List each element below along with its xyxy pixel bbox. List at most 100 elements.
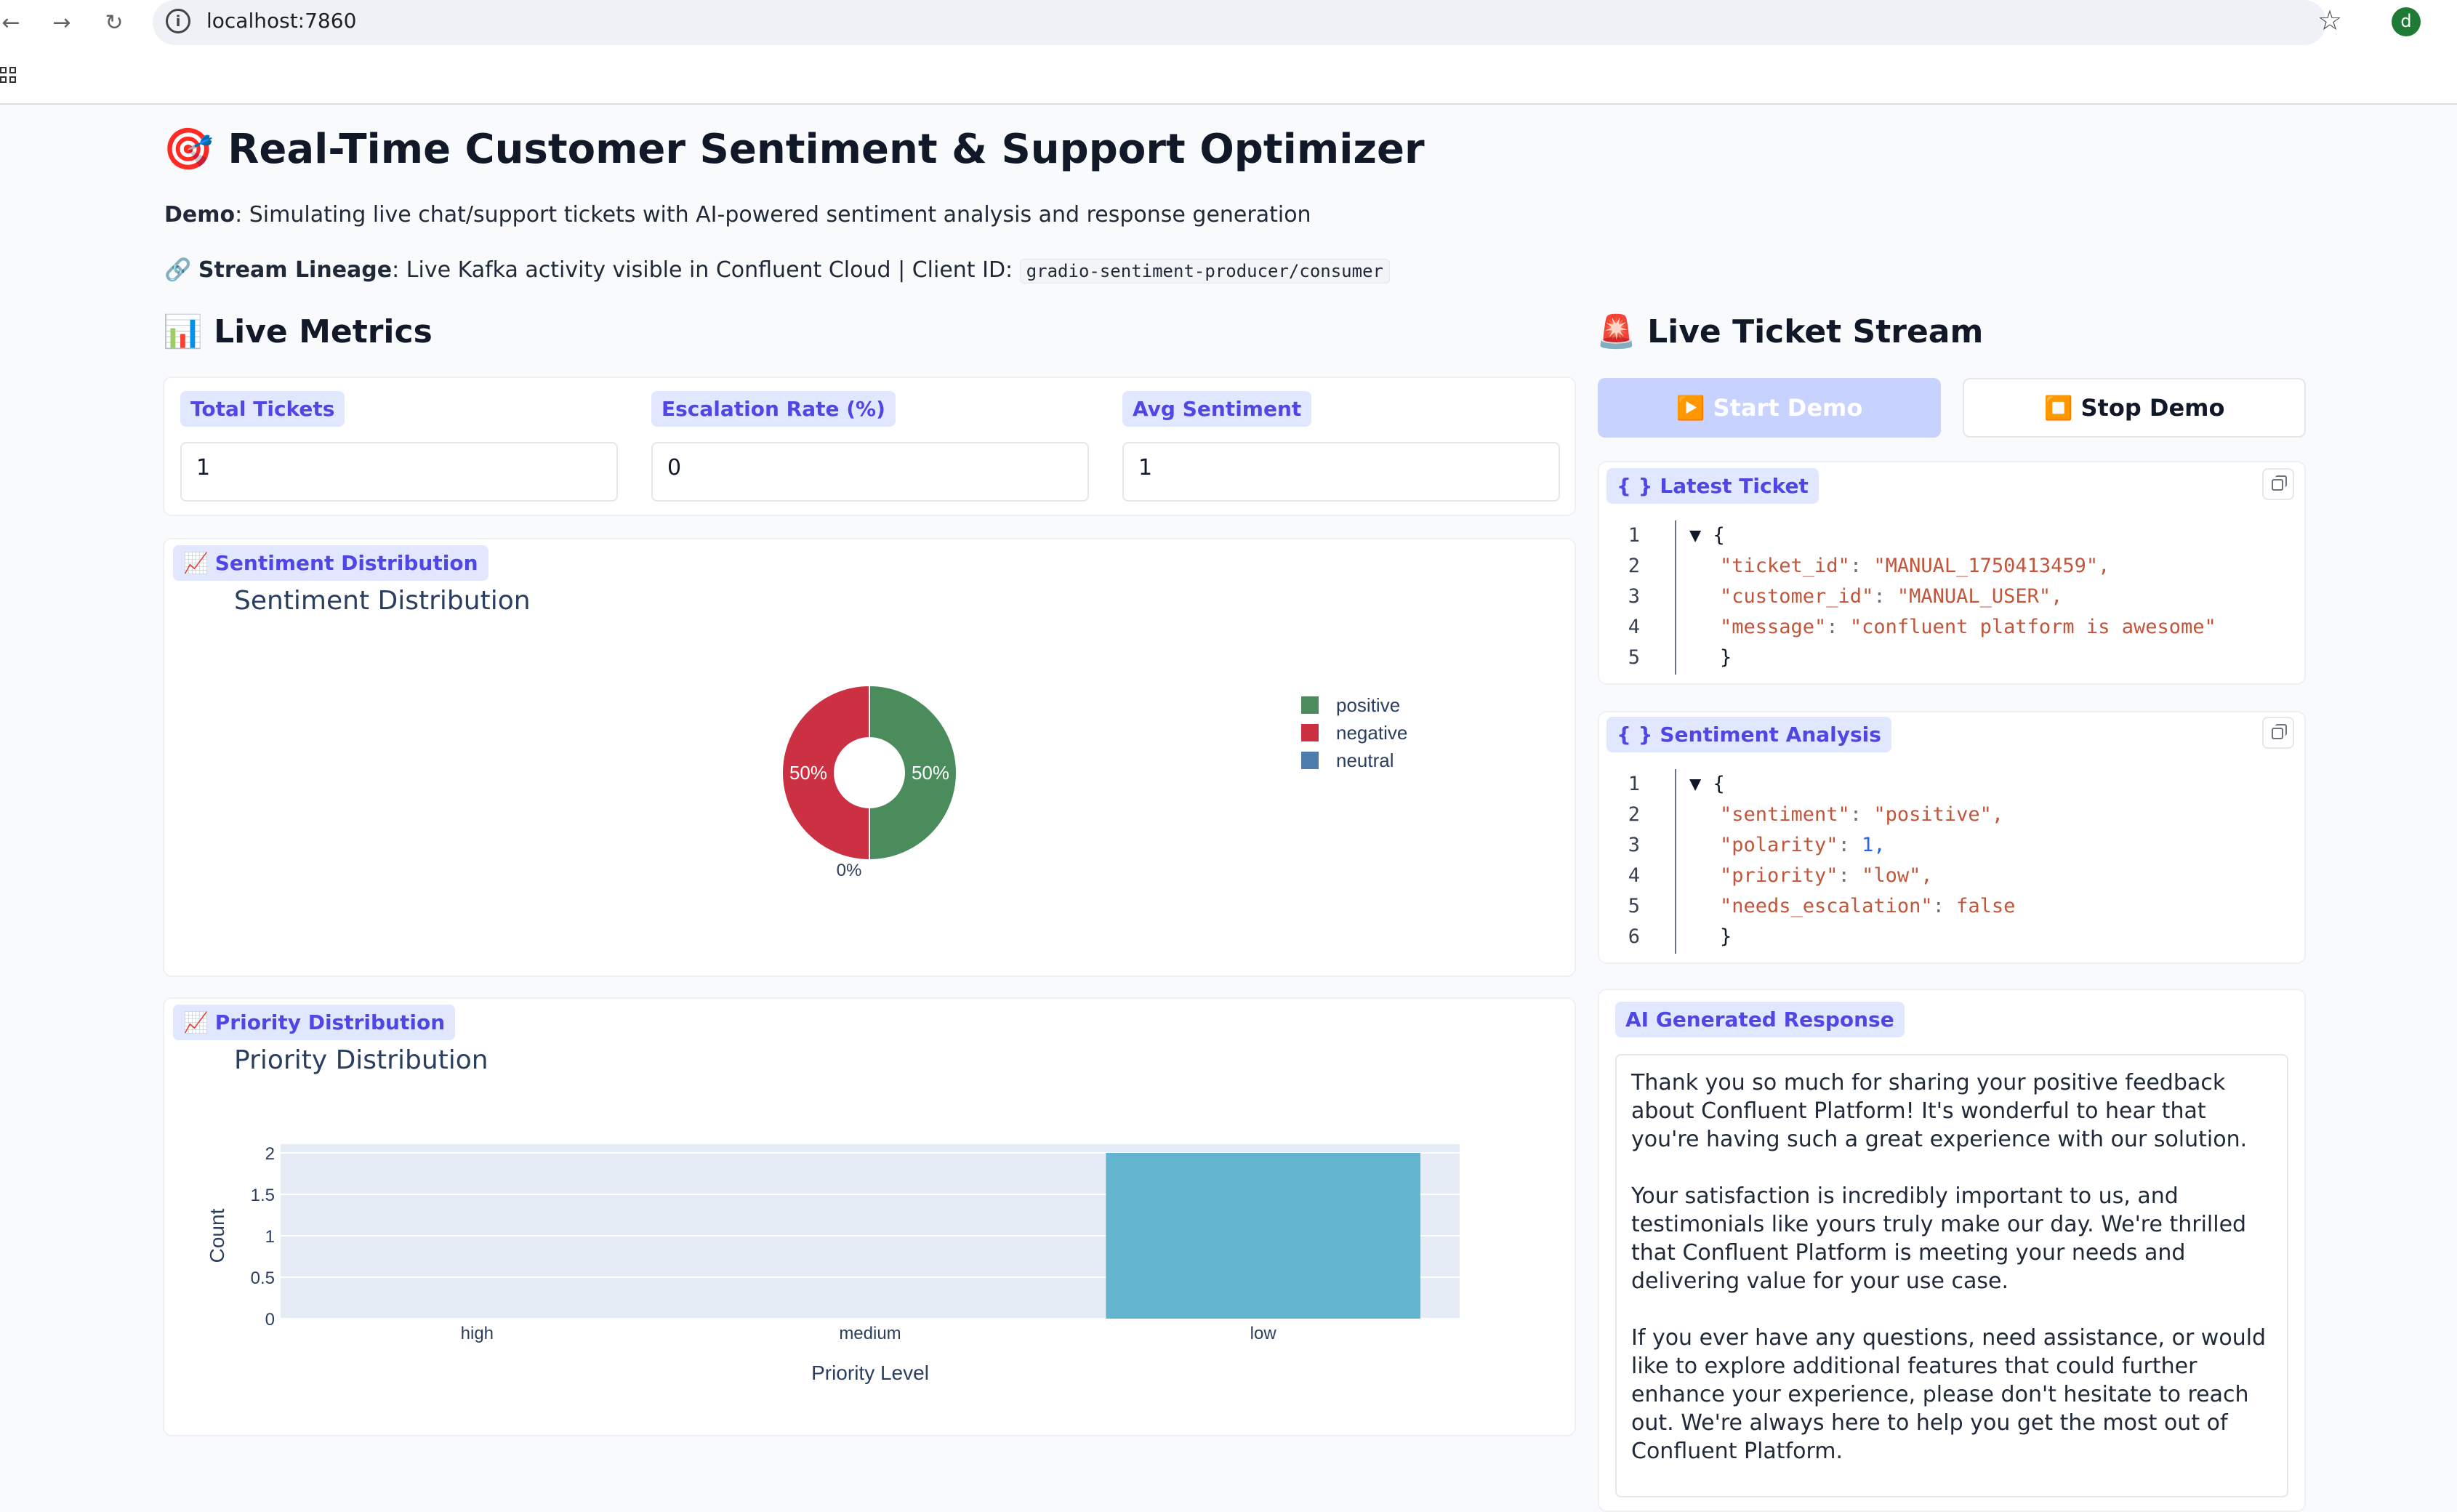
priority-bar-chart: 0 0.5 1 1.5 2 high medium low Priority Level Coun… xyxy=(206,1144,1460,1384)
lineage-label: Stream Lineage xyxy=(198,257,393,283)
sentiment-plot-chip: 📈 Sentiment Distribution xyxy=(173,545,488,581)
chart-icon: 📈 xyxy=(183,1010,215,1034)
bar-low xyxy=(1106,1153,1420,1319)
total-tickets-field[interactable]: 1 xyxy=(180,442,618,502)
sentiment-analysis-json: 1 ▼ { 2 "sentiment": "positive", 3 "polarity"… xyxy=(1604,769,2294,954)
demo-label: Demo xyxy=(164,202,236,228)
json-colon: : xyxy=(1838,834,1862,856)
json-key: "ticket_id" xyxy=(1720,555,1850,577)
y-tick-label: 1.5 xyxy=(251,1186,275,1205)
y-tick-label: 0.5 xyxy=(251,1268,275,1288)
line-number: 5 xyxy=(1628,895,1640,917)
legend-label: negative xyxy=(1336,722,1407,744)
x-axis-label: Priority Level xyxy=(811,1362,929,1384)
json-line: ▼ { xyxy=(1689,769,1725,800)
json-value: 1, xyxy=(1862,834,1886,856)
stop-demo-button[interactable]: ⏹️ Stop Demo xyxy=(1963,378,2306,438)
escalation-rate-label: Escalation Rate (%) xyxy=(651,391,896,427)
json-key: "sentiment" xyxy=(1720,803,1850,826)
json-colon: : xyxy=(1849,555,1874,577)
json-line: "sentiment": "positive", xyxy=(1720,800,2003,830)
ai-response-text[interactable]: Thank you so much for sharing your posit… xyxy=(1615,1054,2288,1497)
pie-slice-label: 50% xyxy=(912,762,949,784)
json-value: "positive", xyxy=(1873,803,2004,826)
live-metrics-heading: 📊 Live Metrics xyxy=(163,313,433,350)
client-id-code: gradio-sentiment-producer/consumer xyxy=(1019,259,1390,284)
json-key: "polarity" xyxy=(1720,834,1838,856)
line-number: 2 xyxy=(1628,803,1640,826)
start-demo-button[interactable]: ▶️ Start Demo xyxy=(1598,378,1941,438)
x-tick-label: high xyxy=(461,1324,494,1343)
json-colon: : xyxy=(1826,616,1850,638)
live-ticket-stream-heading: 🚨 Live Ticket Stream xyxy=(1596,313,1984,350)
json-brace: } xyxy=(1720,925,1732,948)
site-info-icon[interactable]: i xyxy=(166,9,190,33)
url-text[interactable]: localhost:7860 xyxy=(206,9,356,33)
json-line: "needs_escalation": false xyxy=(1720,891,2015,922)
x-tick-label: medium xyxy=(839,1324,901,1343)
y-axis-label: Count xyxy=(206,1208,228,1263)
json-key: "priority" xyxy=(1720,864,1838,887)
browser-toolbar: ← → ↻ i localhost:7860 ☆ d xyxy=(0,0,2457,45)
json-key: "message" xyxy=(1720,616,1827,638)
json-value: "MANUAL_USER", xyxy=(1897,585,2063,608)
address-bar[interactable] xyxy=(153,0,2326,45)
ai-response-chip: AI Generated Response xyxy=(1615,1002,1905,1037)
json-key: "needs_escalation" xyxy=(1720,895,1933,917)
line-number: 3 xyxy=(1628,834,1640,856)
json-brace: } xyxy=(1720,646,1732,669)
apps-grid-icon[interactable] xyxy=(0,67,17,84)
latest-ticket-chip: { } Latest Ticket xyxy=(1606,468,1819,504)
demo-text: : Simulating live chat/support tickets w… xyxy=(235,202,1311,228)
json-colon: : xyxy=(1849,803,1874,826)
reload-icon[interactable]: ↻ xyxy=(97,6,131,39)
line-number: 1 xyxy=(1628,524,1640,547)
legend-label: neutral xyxy=(1336,749,1394,771)
json-colon: : xyxy=(1873,585,1897,608)
json-line: "polarity": 1, xyxy=(1720,830,1886,861)
bookmarks-bar xyxy=(0,45,2457,105)
avg-sentiment-field[interactable]: 1 xyxy=(1122,442,1560,502)
line-number: 1 xyxy=(1628,773,1640,795)
latest-ticket-json: 1 ▼ {2 "ticket_id": "MANUAL_1750413459", 3 "… xyxy=(1604,520,2294,675)
pie-slice-label: 0% xyxy=(837,861,862,880)
sentiment-analysis-chip: { } Sentiment Analysis xyxy=(1606,717,1891,752)
json-brace[interactable]: ▼ { xyxy=(1689,524,1725,547)
json-value: "confluent platform is awesome" xyxy=(1849,616,2216,638)
escalation-rate-field[interactable]: 0 xyxy=(651,442,1089,502)
copy-icon[interactable] xyxy=(2262,717,2294,749)
copy-icon[interactable] xyxy=(2262,468,2294,500)
json-value: false xyxy=(1956,895,2016,917)
stream-lineage-line: 🔗 Stream Lineage: Live Kafka activity vi… xyxy=(164,257,1390,284)
sentiment-pie-chart: 50% 50% 0% positive negative neutral xyxy=(781,684,1407,880)
json-line: "ticket_id": "MANUAL_1750413459", xyxy=(1720,551,2110,582)
json-line: "message": "confluent platform is awesom… xyxy=(1720,612,2216,643)
chart-icon: 📈 xyxy=(183,551,215,575)
legend-swatch-negative xyxy=(1301,724,1319,741)
json-line: ▼ { xyxy=(1689,520,1725,551)
back-arrow-icon[interactable]: ← xyxy=(0,6,28,39)
json-key: "customer_id" xyxy=(1720,585,1874,608)
json-line: } xyxy=(1720,922,1732,952)
priority-plot-chip-label: Priority Distribution xyxy=(214,1010,446,1034)
profile-avatar[interactable]: d xyxy=(2392,7,2421,36)
json-value: "MANUAL_1750413459", xyxy=(1873,555,2110,577)
legend-swatch-positive xyxy=(1301,696,1319,714)
line-number: 6 xyxy=(1628,925,1640,948)
page-title: 🎯 Real-Time Customer Sentiment & Support… xyxy=(163,126,1425,173)
demo-description: Demo: Simulating live chat/support ticke… xyxy=(164,202,1311,228)
json-line: "customer_id": "MANUAL_USER", xyxy=(1720,582,2062,612)
pie-slice-label: 50% xyxy=(789,762,827,784)
avg-sentiment-label: Avg Sentiment xyxy=(1122,391,1312,427)
priority-plot-title: Priority Distribution xyxy=(234,1045,488,1075)
bookmark-star-icon[interactable]: ☆ xyxy=(2317,4,2342,36)
forward-arrow-icon[interactable]: → xyxy=(45,6,79,39)
json-value: "low", xyxy=(1862,864,1933,887)
y-tick-label: 1 xyxy=(265,1227,275,1247)
line-number: 4 xyxy=(1628,864,1640,887)
y-tick-label: 2 xyxy=(265,1144,275,1164)
y-tick-label: 0 xyxy=(265,1310,275,1330)
sentiment-plot-title: Sentiment Distribution xyxy=(234,586,531,616)
json-brace[interactable]: ▼ { xyxy=(1689,773,1725,795)
sentiment-plot-chip-label: Sentiment Distribution xyxy=(214,551,478,575)
